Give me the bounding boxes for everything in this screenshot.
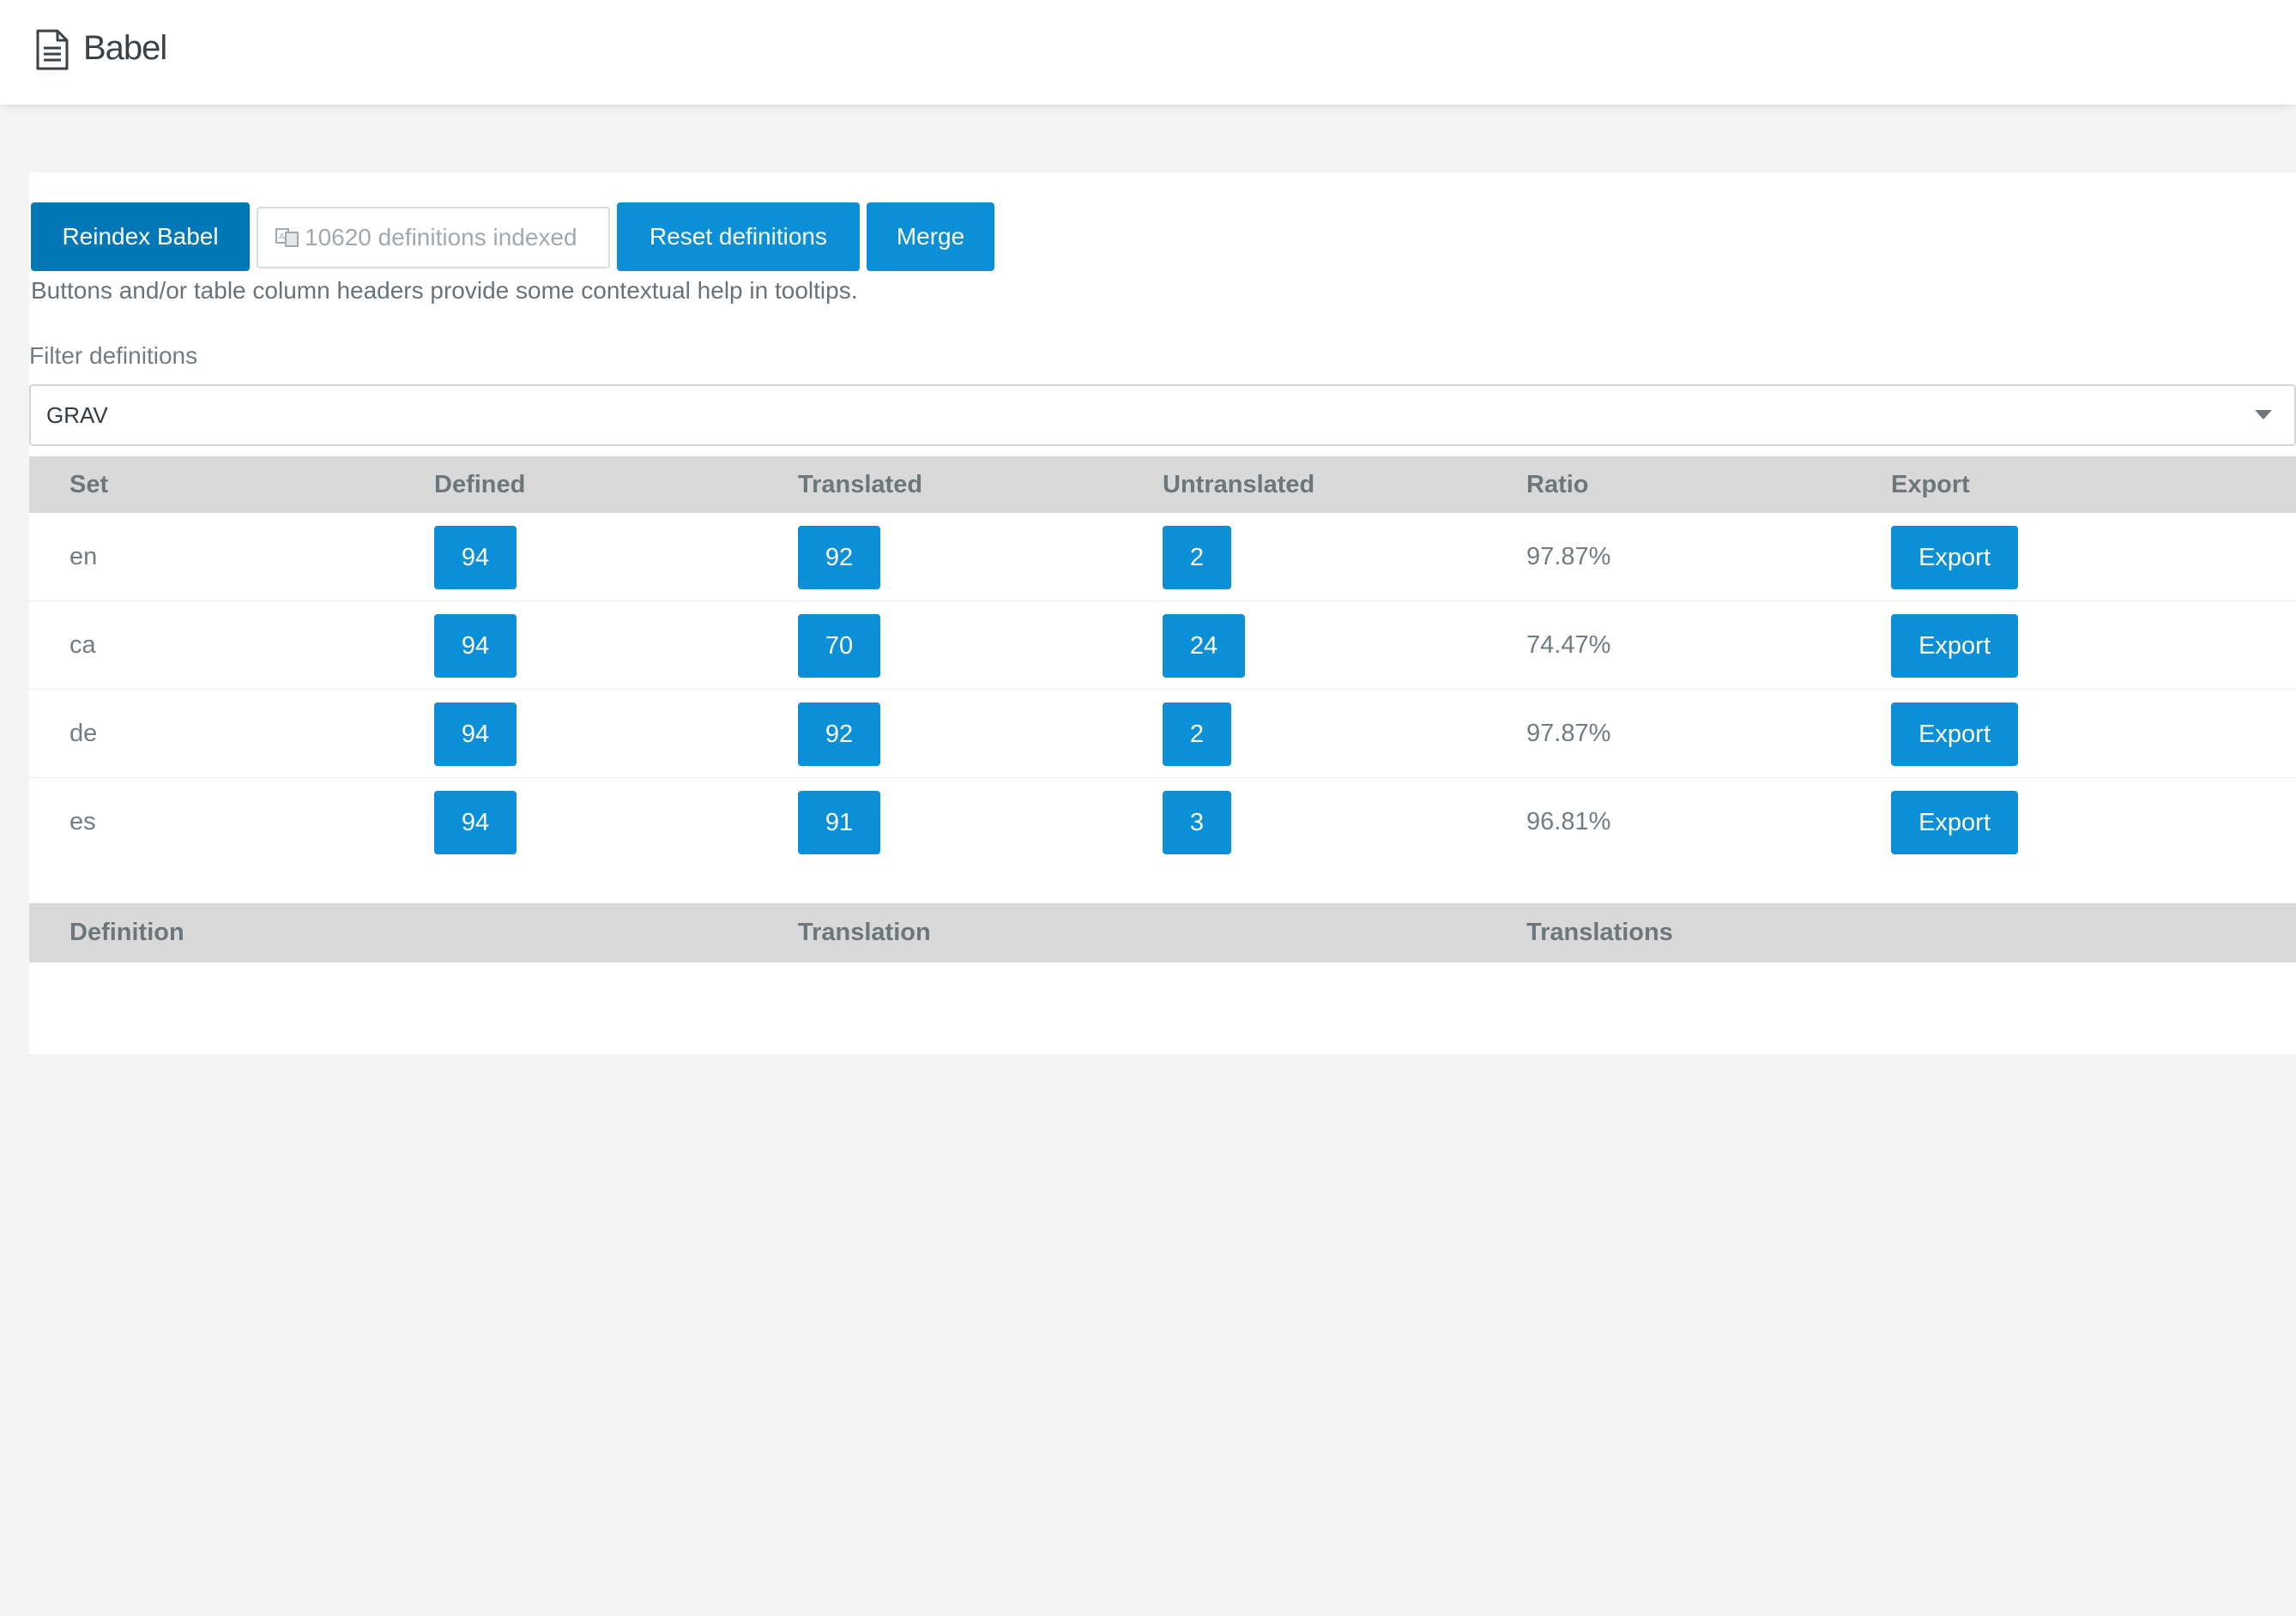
column-header-ratio[interactable]: Ratio [1526, 456, 1589, 513]
untranslated-count-button[interactable]: 24 [1163, 614, 1245, 678]
defined-count-button[interactable]: 94 [434, 526, 517, 589]
filter-selected-value: GRAV [46, 402, 108, 428]
translated-count-button[interactable]: 70 [798, 614, 880, 678]
help-text: Buttons and/or table column headers prov… [31, 277, 858, 304]
ratio-value: 97.87% [1526, 720, 1611, 747]
column-header-export[interactable]: Export [1891, 456, 1970, 513]
set-name: ca [69, 631, 96, 659]
column-header-translated[interactable]: Translated [798, 456, 922, 513]
table-row: ca 94 70 24 74.47% Export [29, 601, 2296, 690]
table-row: es 94 91 3 96.81% Export [29, 778, 2296, 866]
column-header-set[interactable]: Set [69, 456, 108, 513]
babel-panel: Reindex Babel A 10620 definitions indexe… [29, 172, 2296, 1054]
column-header-defined[interactable]: Defined [434, 456, 525, 513]
document-icon [36, 29, 69, 70]
reset-definitions-button[interactable]: Reset definitions [617, 202, 860, 271]
definitions-table-header: Definition Translation Translations [29, 903, 2296, 962]
defined-count-button[interactable]: 94 [434, 614, 517, 678]
translated-count-button[interactable]: 92 [798, 702, 880, 766]
page-title: Babel [83, 29, 167, 67]
defined-count-button[interactable]: 94 [434, 702, 517, 766]
language-icon: A [275, 228, 299, 247]
table-row: de 94 92 2 97.87% Export [29, 690, 2296, 778]
column-header-translation[interactable]: Translation [798, 903, 931, 962]
svg-text:A: A [279, 232, 285, 242]
ratio-value: 74.47% [1526, 631, 1611, 659]
set-name: en [69, 543, 98, 570]
filter-label: Filter definitions [29, 342, 198, 369]
column-header-untranslated[interactable]: Untranslated [1163, 456, 1314, 513]
untranslated-count-button[interactable]: 3 [1163, 791, 1231, 854]
export-button[interactable]: Export [1891, 702, 2018, 766]
set-name: de [69, 720, 98, 747]
reindex-babel-button[interactable]: Reindex Babel [31, 202, 250, 271]
untranslated-count-button[interactable]: 2 [1163, 702, 1231, 766]
indexed-count-text: 10620 definitions indexed [305, 224, 577, 250]
merge-button[interactable]: Merge [867, 202, 994, 271]
export-button[interactable]: Export [1891, 614, 2018, 678]
untranslated-count-button[interactable]: 2 [1163, 526, 1231, 589]
ratio-value: 97.87% [1526, 543, 1611, 570]
table-row: en 94 92 2 97.87% Export [29, 513, 2296, 601]
sets-table-header: Set Defined Translated Untranslated Rati… [29, 456, 2296, 513]
indexed-count-field: A 10620 definitions indexed [257, 207, 610, 268]
column-header-definition[interactable]: Definition [69, 903, 184, 962]
defined-count-button[interactable]: 94 [434, 791, 517, 854]
chevron-down-icon [2255, 410, 2272, 419]
filter-select[interactable]: GRAV [29, 384, 2296, 446]
top-bar: Babel [0, 0, 2296, 105]
translated-count-button[interactable]: 92 [798, 526, 880, 589]
column-header-translations[interactable]: Translations [1526, 903, 1673, 962]
set-name: es [69, 808, 96, 835]
translated-count-button[interactable]: 91 [798, 791, 880, 854]
ratio-value: 96.81% [1526, 808, 1611, 835]
export-button[interactable]: Export [1891, 791, 2018, 854]
export-button[interactable]: Export [1891, 526, 2018, 589]
